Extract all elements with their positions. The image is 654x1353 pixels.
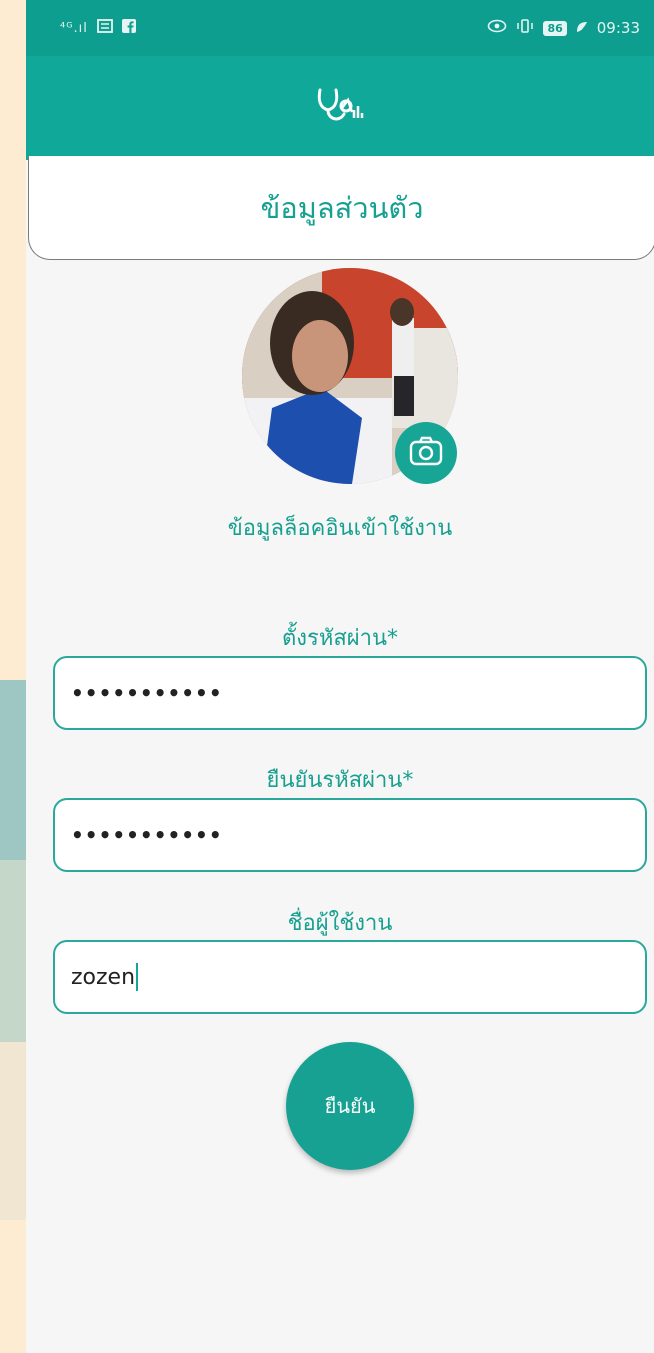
phone-screen: ⁴ᴳ.ıl 86 09:33 ข้อมูลส่วนตัว ข้อมูลล็อคอ…: [26, 0, 654, 1353]
background-block: [0, 680, 26, 860]
username-label: ชื่อผู้ใช้งาน: [287, 911, 393, 936]
change-photo-button[interactable]: [395, 422, 457, 484]
confirm-button[interactable]: ยืนยัน: [286, 1042, 414, 1170]
login-info-heading: ข้อมูลล็อคอินเข้าใช้งาน: [227, 516, 453, 541]
background-block: [0, 1042, 26, 1220]
username-value: zozen: [71, 964, 136, 990]
status-left: ⁴ᴳ.ıl: [60, 19, 136, 37]
facebook-icon: [121, 19, 136, 37]
stethoscope-icon: [312, 86, 368, 130]
status-bar: ⁴ᴳ.ıl 86 09:33: [26, 0, 654, 56]
confirm-password-label: ยืนยันรหัสผ่าน*: [266, 768, 414, 793]
confirm-password-field[interactable]: •••••••••••: [53, 798, 647, 872]
confirm-password-value: •••••••••••: [71, 823, 223, 847]
text-cursor: [136, 963, 139, 991]
app-bar: [26, 56, 654, 160]
password-field[interactable]: •••••••••••: [53, 656, 647, 730]
status-time: 09:33: [596, 19, 640, 37]
leaf-icon: [576, 19, 588, 37]
battery-indicator: 86: [543, 20, 567, 36]
password-label: ตั้งรหัสผ่าน*: [281, 626, 399, 651]
username-field[interactable]: zozen: [53, 940, 647, 1014]
title-card: ข้อมูลส่วนตัว: [28, 156, 654, 260]
camera-icon: [409, 436, 443, 470]
eye-icon: [487, 19, 507, 37]
password-value: •••••••••••: [71, 681, 223, 705]
page-title: ข้อมูลส่วนตัว: [260, 190, 424, 225]
vibrate-icon: [516, 19, 534, 37]
message-icon: [97, 19, 113, 37]
signal-icon: ⁴ᴳ.ıl: [60, 20, 88, 36]
status-right: 86 09:33: [487, 19, 640, 37]
background-block: [0, 860, 26, 1042]
